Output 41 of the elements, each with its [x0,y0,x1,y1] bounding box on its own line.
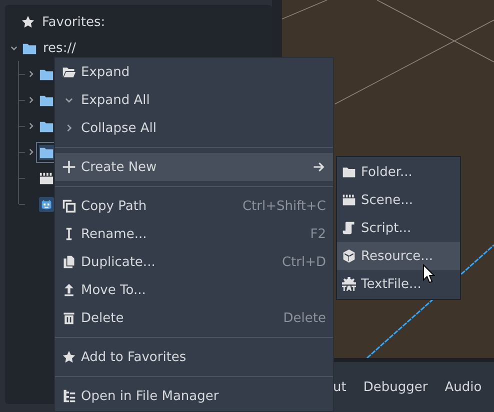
trash-icon [62,311,76,325]
star-icon [62,350,76,364]
favorites-label: Favorites: [42,14,106,30]
panel-tab[interactable]: ut [333,380,346,394]
plus-icon [62,160,76,174]
tree-item[interactable]: res:// [43,40,76,56]
menu-item[interactable]: Folder... [337,158,460,186]
robot-logo-icon[interactable] [39,196,54,212]
menu-item[interactable]: Delete Delete [55,304,333,332]
menu-item[interactable]: Script... [337,214,460,242]
cursor-icon [422,264,435,284]
panel-tab[interactable]: Audio [444,380,482,394]
upload-arrow-icon [62,283,76,297]
gear-icon [342,277,356,291]
menu-item[interactable]: Scene... [337,186,460,214]
cube-icon [342,249,356,263]
panel-tab[interactable]: Debugger [363,380,428,394]
menu-item[interactable]: Expand [55,58,333,86]
menu-item[interactable]: Rename... F2 [55,220,333,248]
menu-item[interactable]: Collapse All [55,114,333,142]
menu-item[interactable]: Open in File Manager [55,382,333,410]
folder-icon[interactable] [39,144,54,160]
menu-item[interactable]: TextFile... [337,270,460,298]
duplicate-icon [62,255,76,269]
open-folder-icon [62,65,76,79]
clapperboard-icon [342,193,356,207]
arrow-right-icon [313,161,325,173]
clapperboard-icon[interactable] [39,170,54,186]
scroll-icon [342,221,356,235]
menu-item[interactable]: Add to Favorites [55,343,333,371]
menu-item[interactable]: Resource... [337,242,460,270]
menu-item[interactable]: Copy Path Ctrl+Shift+C [55,192,333,220]
copy-icon [62,199,76,213]
menu-item[interactable]: Create New [55,153,333,181]
folder-icon [342,165,356,179]
star-icon [21,15,35,29]
menu-item[interactable]: Expand All [55,86,333,114]
grid-line [282,0,328,20]
menu-item[interactable]: Duplicate... Ctrl+D [55,248,333,276]
menu-item[interactable]: Move To... [55,276,333,304]
file-tree-icon [62,389,76,403]
